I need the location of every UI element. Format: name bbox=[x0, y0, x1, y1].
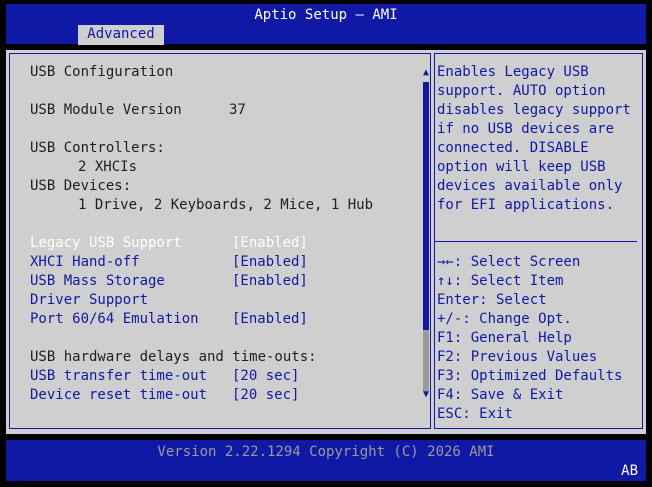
setting-xhci-hand-off[interactable]: XHCI Hand-off bbox=[30, 253, 140, 272]
setting-usb-mass-storage-value[interactable]: [Enabled] bbox=[232, 272, 308, 291]
scroll-up-icon[interactable]: ▲ bbox=[421, 68, 431, 78]
bios-screen: Aptio Setup – AMI Advanced USB Configura… bbox=[0, 0, 652, 487]
setting-device-reset-timeout-value[interactable]: [20 sec] bbox=[232, 386, 299, 405]
help-line: for EFI applications. bbox=[437, 197, 615, 213]
help-line: support. AUTO option bbox=[437, 83, 606, 99]
section-title: USB Configuration bbox=[30, 64, 174, 80]
controllers-label: USB Controllers: bbox=[30, 140, 165, 156]
setting-port-60-64-emulation-value[interactable]: [Enabled] bbox=[232, 310, 308, 329]
help-line: if no USB devices are bbox=[437, 121, 615, 137]
help-line: Enables Legacy USB bbox=[437, 64, 589, 80]
setting-usb-mass-storage[interactable]: USB Mass Storage bbox=[30, 272, 165, 291]
module-version-value: 37 bbox=[229, 102, 246, 118]
module-version-label: USB Module Version bbox=[30, 102, 182, 118]
controllers-value: 2 XHCIs bbox=[78, 159, 138, 175]
help-line: option will keep USB bbox=[437, 159, 606, 175]
devices-value: 1 Drive, 2 Keyboards, 2 Mice, 1 Hub bbox=[78, 197, 374, 213]
scroll-down-icon[interactable]: ▼ bbox=[421, 390, 431, 400]
key-hint: F2: Previous Values bbox=[437, 349, 598, 365]
scrollbar-thumb[interactable] bbox=[423, 82, 429, 330]
main-panel: USB Configuration USB Module Version 37 … bbox=[6, 50, 646, 434]
setting-device-reset-timeout[interactable]: Device reset time-out bbox=[30, 386, 207, 405]
tab-advanced[interactable]: Advanced bbox=[78, 25, 164, 45]
setting-driver-support[interactable]: Driver Support bbox=[30, 291, 148, 310]
version-text: Version 2.22.1294 Copyright (C) 2026 AMI bbox=[157, 444, 495, 460]
setting-legacy-usb-support[interactable]: Legacy USB Support bbox=[30, 234, 182, 253]
help-line: devices available only bbox=[437, 178, 623, 194]
setting-usb-transfer-timeout[interactable]: USB transfer time-out bbox=[30, 367, 207, 386]
corner-code: AB bbox=[621, 463, 638, 479]
key-hint: →←: Select Screen bbox=[437, 254, 581, 270]
key-hint: ESC: Exit bbox=[437, 406, 513, 422]
delays-label: USB hardware delays and time-outs: bbox=[30, 349, 317, 365]
key-hint: Enter: Select bbox=[437, 292, 547, 308]
setting-xhci-hand-off-value[interactable]: [Enabled] bbox=[232, 253, 308, 272]
setting-usb-transfer-timeout-value[interactable]: [20 sec] bbox=[232, 367, 299, 386]
setting-legacy-usb-support-value[interactable]: [Enabled] bbox=[232, 234, 308, 253]
key-hint: F4: Save & Exit bbox=[437, 387, 564, 403]
help-line: connected. DISABLE bbox=[437, 140, 589, 156]
key-hint: ↑↓: Select Item bbox=[437, 273, 564, 289]
devices-label: USB Devices: bbox=[30, 178, 132, 194]
key-hint: +/-: Change Opt. bbox=[437, 311, 572, 327]
help-separator bbox=[435, 241, 637, 242]
app-title: Aptio Setup – AMI bbox=[254, 7, 398, 23]
help-line: disables legacy support bbox=[437, 102, 631, 118]
footer-bar: Version 2.22.1294 Copyright (C) 2026 AMI… bbox=[6, 440, 646, 481]
setting-port-60-64-emulation[interactable]: Port 60/64 Emulation bbox=[30, 310, 199, 329]
key-hint: F3: Optimized Defaults bbox=[437, 368, 623, 384]
header-bar: Aptio Setup – AMI Advanced bbox=[6, 4, 646, 45]
key-hint: F1: General Help bbox=[437, 330, 572, 346]
